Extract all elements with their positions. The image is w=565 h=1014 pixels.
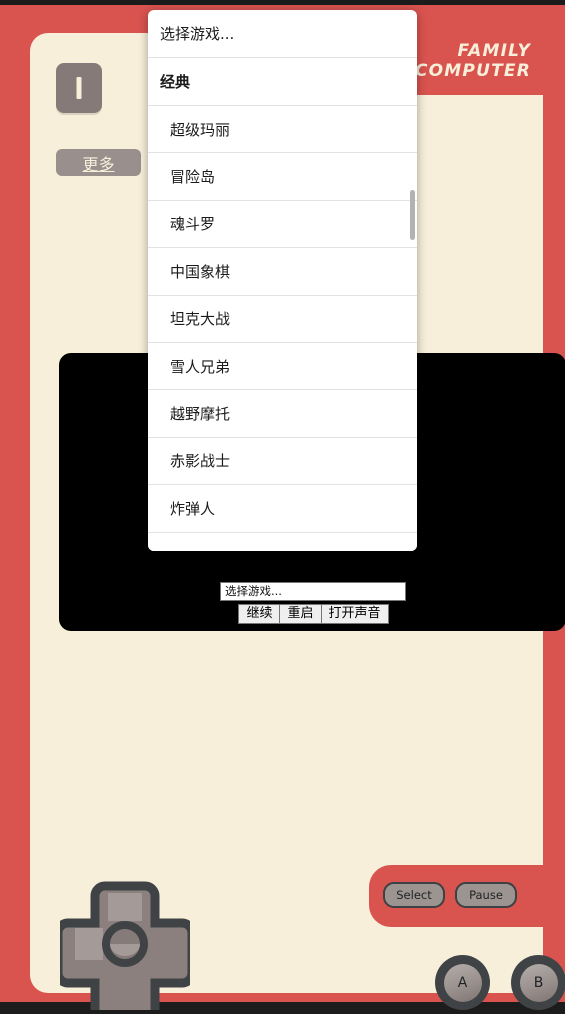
dropdown-item-game[interactable]: 越野摩托 [148, 390, 417, 438]
select-pause-area: Select Pause [369, 865, 543, 927]
game-dropdown-menu[interactable]: 选择游戏... 经典 超级玛丽 冒险岛 魂斗罗 中国象棋 坦克大战 雪人兄弟 越野摩托 赤影战… [148, 10, 417, 551]
dpad[interactable] [53, 878, 197, 1014]
dropdown-item-game[interactable]: 中国象棋 [148, 248, 417, 296]
resume-button[interactable]: 继续 [238, 604, 281, 624]
more-button[interactable]: 更多 [56, 149, 141, 176]
dropdown-item-placeholder[interactable]: 选择游戏... [148, 10, 417, 58]
b-button[interactable]: B [511, 955, 565, 1010]
dropdown-tail [148, 532, 417, 551]
dropdown-item-game[interactable]: 魂斗罗 [148, 201, 417, 249]
dropdown-item-game[interactable]: 坦克大战 [148, 296, 417, 343]
family-computer-logo: FAMILY COMPUTER [415, 41, 531, 81]
logo-line-1: FAMILY [457, 41, 531, 61]
dropdown-scrollbar[interactable] [410, 10, 416, 551]
dpad-cross-icon [53, 881, 197, 1014]
logo-line-2: COMPUTER [414, 61, 531, 81]
restart-button[interactable]: 重启 [279, 604, 322, 624]
emulator-button-row: 继续 重启 打开声音 [238, 604, 389, 624]
dropdown-game-list: 超级玛丽 冒险岛 魂斗罗 中国象棋 坦克大战 雪人兄弟 越野摩托 赤影战士 炸弹人 [148, 106, 417, 533]
console-page: FAMILY COMPUTER 更多 选择游戏... 继续 重启 打开声音 Se… [0, 0, 565, 1014]
dropdown-item-game[interactable]: 赤影战士 [148, 438, 417, 486]
dropdown-item-game[interactable]: 冒险岛 [148, 153, 417, 201]
player-one-badge [56, 63, 102, 113]
emulator-controls: 选择游戏... 继续 重启 打开声音 [219, 582, 407, 624]
a-button-label: A [443, 963, 482, 1002]
dropdown-scrollbar-thumb[interactable] [410, 190, 415, 240]
dropdown-group-header: 经典 [148, 58, 417, 106]
pause-button[interactable]: Pause [455, 882, 517, 908]
a-button[interactable]: A [435, 955, 490, 1010]
select-button[interactable]: Select [383, 882, 445, 908]
player-one-bar-icon [76, 77, 82, 99]
dropdown-item-game[interactable]: 超级玛丽 [148, 106, 417, 154]
sound-toggle-button[interactable]: 打开声音 [320, 604, 389, 624]
b-button-label: B [519, 963, 558, 1002]
game-select[interactable]: 选择游戏... [220, 582, 406, 601]
dropdown-item-game[interactable]: 炸弹人 [148, 485, 417, 533]
dropdown-item-game[interactable]: 雪人兄弟 [148, 343, 417, 391]
